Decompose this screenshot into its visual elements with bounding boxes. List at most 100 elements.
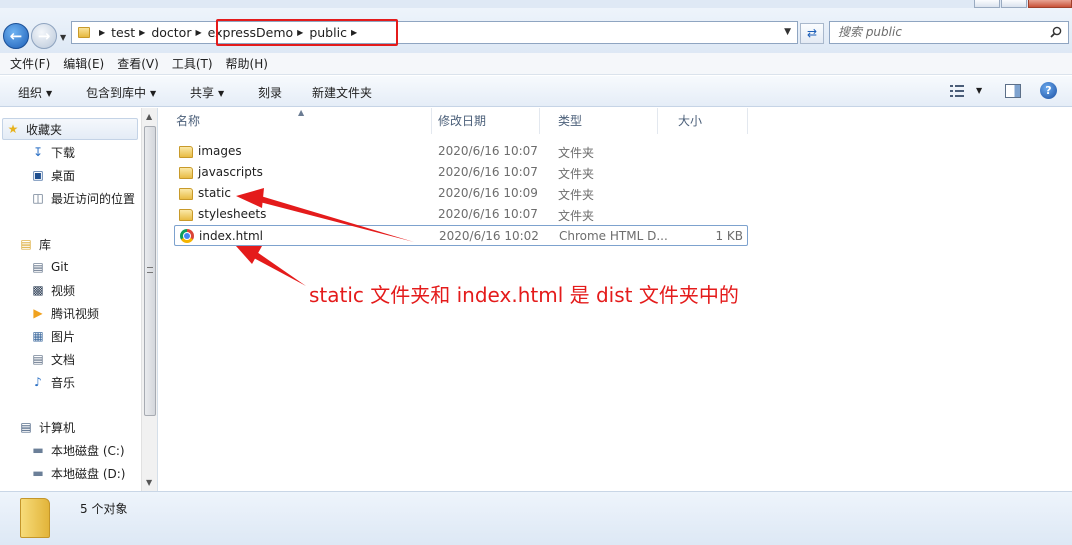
chevron-right-icon[interactable]: ▶	[195, 28, 201, 37]
tencent-video-icon: ▶	[33, 305, 43, 320]
menu-view[interactable]: 查看(V)	[117, 55, 159, 72]
grip-icon	[147, 267, 153, 273]
nav-lib-documents[interactable]: ▤ 文档	[30, 348, 75, 370]
nav-drive-d[interactable]: ▬ 本地磁盘 (D:)	[30, 462, 125, 484]
drive-icon: ▬	[32, 465, 44, 480]
menu-help[interactable]: 帮助(H)	[226, 55, 268, 72]
breadcrumb-test[interactable]: test	[111, 25, 135, 40]
burn-button[interactable]: 刻录	[258, 84, 282, 101]
video-icon: ▩	[32, 282, 44, 297]
organize-button[interactable]: 组织 ▼	[18, 84, 52, 101]
views-dropdown-icon[interactable]: ▼	[976, 86, 982, 95]
folder-icon	[179, 167, 193, 179]
scroll-up-icon[interactable]: ▲	[146, 112, 152, 121]
maximize-button[interactable]	[1001, 0, 1027, 8]
recent-pages-dropdown-icon[interactable]: ▼	[60, 33, 68, 42]
file-modified: 2020/6/16 10:07	[438, 165, 538, 179]
address-bar[interactable]: ▶ test ▶ doctor ▶ expressDemo ▶ public ▶…	[71, 21, 798, 44]
menu-bar: 文件(F) 编辑(E) 查看(V) 工具(T) 帮助(H)	[0, 53, 1072, 75]
close-button[interactable]	[1028, 0, 1072, 8]
chevron-right-icon[interactable]: ▶	[139, 28, 145, 37]
nav-lib-videos[interactable]: ▩ 视频	[30, 279, 75, 301]
document-icon: ▤	[32, 259, 44, 274]
file-row[interactable]: images 2020/6/16 10:07 文件夹	[174, 141, 748, 162]
nav-downloads[interactable]: ↧ 下载	[30, 141, 75, 163]
file-name: index.html	[199, 229, 263, 243]
library-icon: ▤	[20, 236, 32, 251]
file-size: 1 KB	[715, 229, 743, 243]
help-icon[interactable]: ?	[1040, 82, 1057, 99]
file-name: images	[198, 144, 242, 158]
nav-desktop[interactable]: ▣ 桌面	[30, 164, 75, 186]
file-modified: 2020/6/16 10:07	[438, 144, 538, 158]
annotation-text: static 文件夹和 index.html 是 dist 文件夹中的	[309, 283, 739, 307]
nav-scroll-thumb[interactable]	[144, 126, 156, 416]
file-type: 文件夹	[558, 146, 595, 160]
command-bar: 组织 ▼ 包含到库中 ▼ 共享 ▼ 刻录 新建文件夹 ▼ ?	[0, 76, 1072, 107]
search-icon[interactable]	[1050, 26, 1062, 38]
menu-file[interactable]: 文件(F)	[10, 55, 50, 72]
chevron-right-icon[interactable]: ▶	[99, 28, 105, 37]
breadcrumb-doctor[interactable]: doctor	[151, 25, 191, 40]
folder-icon	[78, 27, 90, 38]
menu-edit[interactable]: 编辑(E)	[63, 55, 104, 72]
file-name: javascripts	[198, 165, 263, 179]
nav-recent-places[interactable]: ◫ 最近访问的位置	[30, 187, 135, 209]
nav-lib-tencent-video[interactable]: ▶ 腾讯视频	[30, 302, 99, 324]
file-row[interactable]: stylesheets 2020/6/16 10:07 文件夹	[174, 204, 748, 225]
file-row-selected[interactable]: index.html 2020/6/16 10:02 Chrome HTML D…	[174, 225, 748, 246]
nav-lib-pictures[interactable]: ▦ 图片	[30, 325, 75, 347]
music-icon: ♪	[34, 374, 42, 389]
refresh-button[interactable]: ⇄	[800, 23, 824, 44]
file-modified: 2020/6/16 10:02	[439, 229, 539, 243]
nav-drive-c[interactable]: ▬ 本地磁盘 (C:)	[30, 439, 124, 461]
address-history-dropdown-icon[interactable]: ▼	[784, 27, 791, 37]
column-header-size[interactable]: 大小	[658, 108, 748, 134]
item-count: 5 个对象	[80, 502, 128, 516]
column-header-name[interactable]: 名称	[158, 108, 432, 134]
search-input[interactable]	[838, 25, 1038, 39]
folder-icon	[179, 188, 193, 200]
desktop-icon: ▣	[32, 167, 44, 182]
views-icon[interactable]	[950, 85, 964, 97]
chevron-down-icon: ▼	[46, 89, 53, 98]
nav-scrollbar[interactable]: ▲ ▼	[141, 108, 157, 491]
chrome-icon	[180, 229, 194, 243]
column-header-type[interactable]: 类型	[540, 108, 658, 134]
preview-pane-icon[interactable]	[1005, 84, 1021, 98]
nav-libraries[interactable]: ▤ 库	[18, 233, 51, 255]
back-button[interactable]: ←	[3, 23, 29, 49]
nav-lib-music[interactable]: ♪ 音乐	[30, 371, 75, 393]
folder-icon	[179, 209, 193, 221]
file-row[interactable]: javascripts 2020/6/16 10:07 文件夹	[174, 162, 748, 183]
chevron-down-icon: ▼	[150, 89, 157, 98]
new-folder-button[interactable]: 新建文件夹	[312, 84, 372, 101]
nav-favorites[interactable]: ★ 收藏夹	[2, 118, 138, 140]
nav-lib-git[interactable]: ▤ Git	[30, 256, 68, 278]
column-header-modified[interactable]: 修改日期	[420, 108, 540, 134]
nav-computer[interactable]: ▤ 计算机	[18, 416, 75, 438]
file-name: stylesheets	[198, 207, 267, 221]
chevron-down-icon: ▼	[218, 89, 225, 98]
download-icon: ↧	[32, 144, 44, 159]
drive-icon: ▬	[32, 442, 44, 457]
status-bar: 5 个对象	[0, 491, 1072, 545]
search-box[interactable]	[829, 21, 1069, 44]
highlight-box	[216, 19, 398, 46]
window-controls	[973, 0, 1072, 8]
recent-places-icon: ◫	[32, 190, 44, 205]
scroll-down-icon[interactable]: ▼	[146, 478, 152, 487]
file-type: Chrome HTML D...	[559, 229, 668, 243]
share-button[interactable]: 共享 ▼	[190, 84, 224, 101]
star-icon: ★	[7, 121, 19, 136]
include-in-library-button[interactable]: 包含到库中 ▼	[86, 84, 156, 101]
window-title-bar	[0, 0, 1072, 8]
menu-tools[interactable]: 工具(T)	[172, 55, 213, 72]
forward-button[interactable]: →	[31, 23, 57, 49]
file-type: 文件夹	[558, 188, 595, 202]
folder-icon	[179, 146, 193, 158]
address-toolbar: ← → ▼ ▶ test ▶ doctor ▶ expressDemo ▶ pu…	[0, 8, 1072, 58]
file-row[interactable]: static 2020/6/16 10:09 文件夹	[174, 183, 748, 204]
minimize-button[interactable]	[974, 0, 1000, 8]
computer-icon: ▤	[20, 419, 32, 434]
